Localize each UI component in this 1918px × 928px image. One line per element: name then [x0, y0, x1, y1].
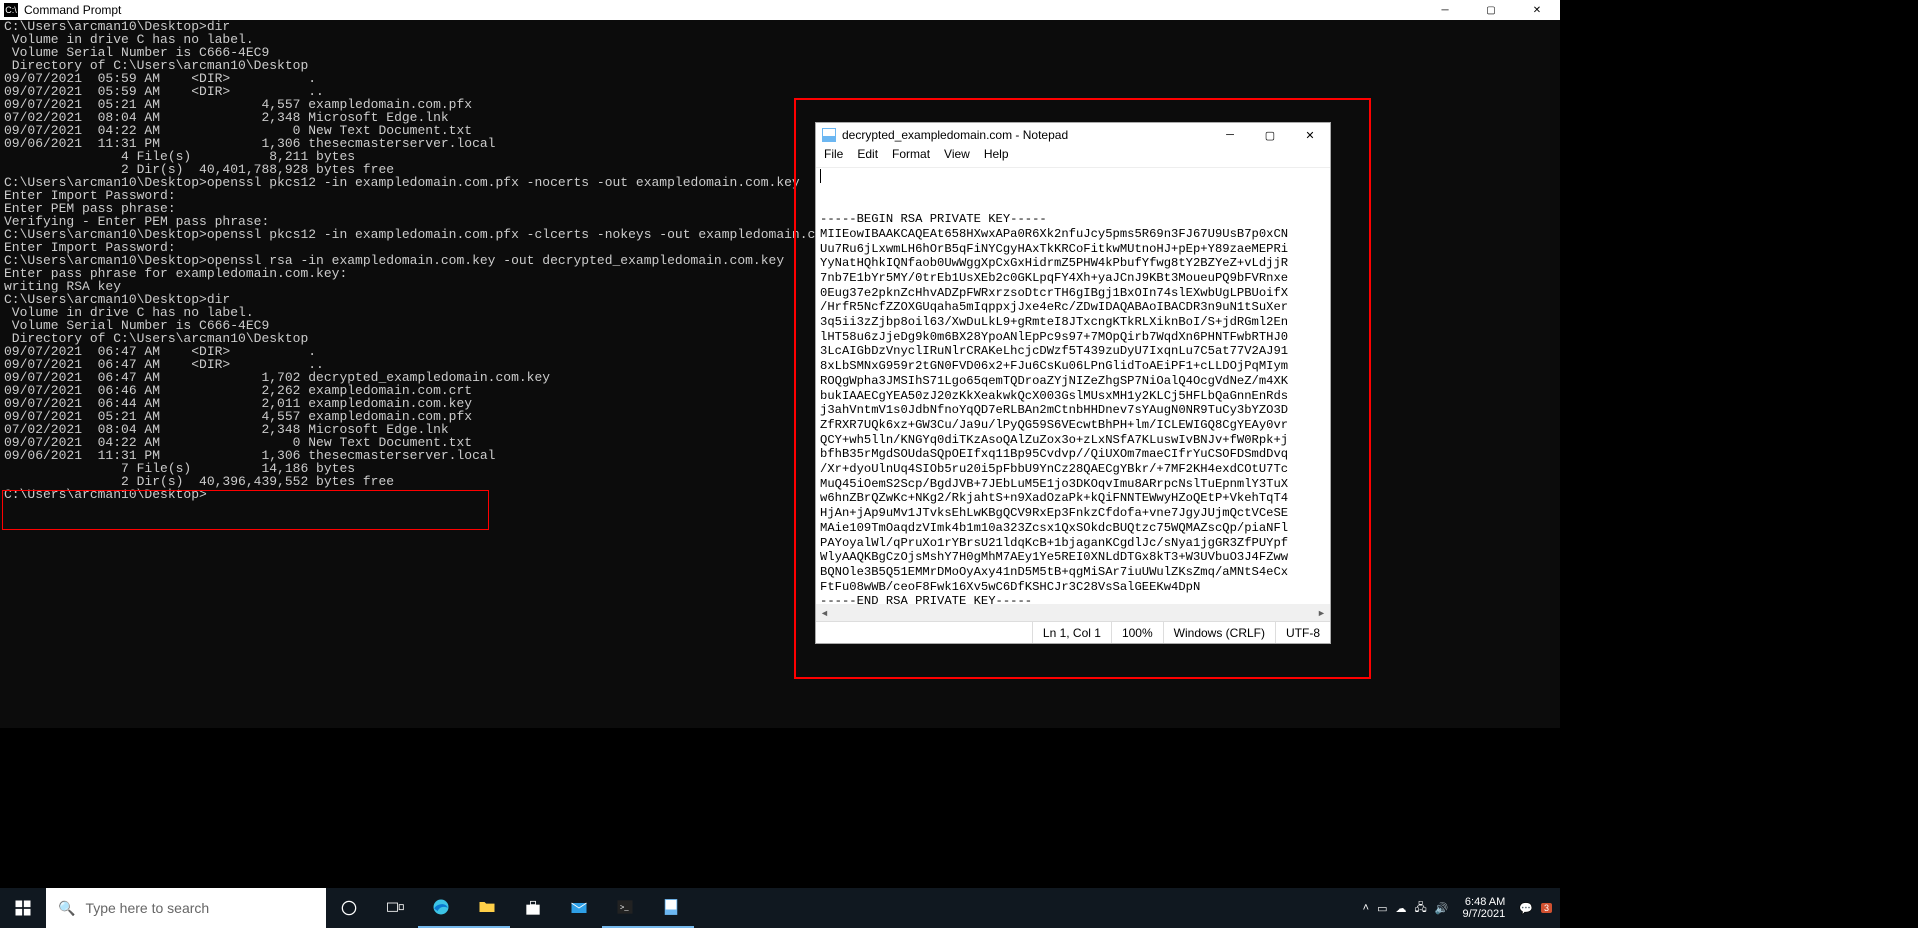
np-minimize-button[interactable]: ─ [1210, 123, 1250, 147]
notepad-line: -----BEGIN RSA PRIVATE KEY----- [820, 212, 1326, 227]
clock-date: 9/7/2021 [1462, 908, 1505, 920]
np-close-button[interactable]: ✕ [1290, 123, 1330, 147]
notepad-line: QCY+wh5lln/KNGYq0diTKzAsoQAlZuZox3o+zLxN… [820, 433, 1326, 448]
np-maximize-button[interactable]: ▢ [1250, 123, 1290, 147]
horizontal-scrollbar[interactable]: ◄ ► [816, 604, 1330, 621]
notepad-line: MuQ45iOemS2Scp/BgdJVB+7JEbLuM5E1jo3DKOqv… [820, 477, 1326, 492]
clock-time: 6:48 AM [1462, 896, 1505, 908]
taskbar-edge[interactable] [418, 888, 464, 928]
tray-chevron-icon[interactable]: ˄ [1363, 902, 1369, 914]
notepad-text-area[interactable]: -----BEGIN RSA PRIVATE KEY-----MIIEowIBA… [816, 167, 1330, 604]
notepad-line: PAYoyalWl/qPruXo1rYBrsU21ldqKcB+1bjaganK… [820, 536, 1326, 551]
minimize-button[interactable]: ─ [1422, 0, 1468, 20]
notepad-line: 3LcAIGbDzVnyclIRuNlrCRAKeLhcjcDWzf5T439z… [820, 344, 1326, 359]
tray-notifications-icon[interactable]: 💬 [1519, 902, 1533, 915]
taskbar-explorer[interactable] [464, 888, 510, 928]
svg-text:>_: >_ [620, 903, 629, 912]
notepad-line: ROQgWpha3JMSIhS71Lgo65qemTQDroaZYjNIZeZh… [820, 374, 1326, 389]
notepad-titlebar[interactable]: decrypted_exampledomain.com - Notepad ─ … [816, 123, 1330, 147]
menu-help[interactable]: Help [984, 147, 1009, 167]
task-view-button[interactable] [372, 888, 418, 928]
status-encoding: UTF-8 [1275, 622, 1330, 643]
maximize-button[interactable]: ▢ [1468, 0, 1514, 20]
notepad-title: decrypted_exampledomain.com - Notepad [842, 128, 1068, 142]
cmd-title: Command Prompt [24, 3, 121, 17]
notepad-line: 3q5ii3zZjbp8oil63/XwDuLkL9+gRmteI8JTxcng… [820, 315, 1326, 330]
taskbar-store[interactable] [510, 888, 556, 928]
task-view-icon [385, 898, 405, 918]
taskbar-mail[interactable] [556, 888, 602, 928]
status-eol: Windows (CRLF) [1163, 622, 1275, 643]
notepad-line: WlyAAQKBgCzOjsMshY7H0gMhM7AEy1Ye5REI0XNL… [820, 550, 1326, 565]
windows-icon [13, 898, 33, 918]
menu-edit[interactable]: Edit [857, 147, 878, 167]
notepad-statusbar: Ln 1, Col 1 100% Windows (CRLF) UTF-8 [816, 621, 1330, 643]
start-button[interactable] [0, 888, 46, 928]
cmd-icon: C:\ [4, 3, 18, 17]
taskbar: 🔍 Type here to search >_ ˄ ▭ ☁ 🖧 🔊 6:48 … [0, 888, 1560, 928]
mail-icon [569, 898, 589, 918]
menu-file[interactable]: File [824, 147, 843, 167]
cortana-icon [339, 898, 359, 918]
search-placeholder: Type here to search [85, 900, 209, 916]
tray-meet-icon[interactable]: ▭ [1377, 902, 1387, 915]
notepad-line: ZfRXR7UQk6xz+GW3Cu/Ja9u/lPyQG59S6VEcwtBh… [820, 418, 1326, 433]
clock[interactable]: 6:48 AM 9/7/2021 [1456, 896, 1511, 920]
menu-format[interactable]: Format [892, 147, 930, 167]
notepad-line: BQNOle3B5Q51EMMrDMoOyAxy41nD5M5tB+qgMiSA… [820, 565, 1326, 580]
cortana-button[interactable] [326, 888, 372, 928]
notepad-line: 7nb7E1bYr5MY/0trEb1UsXEb2c0GKLpqFY4Xh+ya… [820, 271, 1326, 286]
taskbar-notepad[interactable] [648, 888, 694, 928]
scroll-right-icon[interactable]: ► [1313, 604, 1330, 621]
notepad-line: HjAn+jAp9uMv1JTvksEhLwKBgQCV9RxEp3FnkzCf… [820, 506, 1326, 521]
scroll-left-icon[interactable]: ◄ [816, 604, 833, 621]
notepad-line: MAie109TmOaqdzVImk4b1m10a323Zcsx1QxSOkdc… [820, 521, 1326, 536]
tray-network-icon[interactable]: 🖧 [1414, 899, 1426, 918]
notepad-line: -----END RSA PRIVATE KEY----- [820, 594, 1326, 604]
notepad-line: 0Eug37e2pknZcHhvADZpFWRxrzsoDtcrTH6gIBgj… [820, 286, 1326, 301]
notepad-line: bfhB35rMgdSOUdaSQpOEIfxq11Bp95Cvdvp//QiU… [820, 447, 1326, 462]
notification-badge: 3 [1541, 903, 1552, 913]
tray-volume-icon[interactable]: 🔊 [1435, 902, 1449, 915]
highlight-files-box [2, 490, 489, 530]
search-box[interactable]: 🔍 Type here to search [46, 888, 326, 928]
notepad-line: /HrfR5NcfZZOXGUqaha5mIqppxjJxe4eRc/ZDwID… [820, 300, 1326, 315]
search-icon: 🔍 [58, 900, 75, 917]
notepad-menu: File Edit Format View Help [816, 147, 1330, 167]
text-caret [820, 169, 821, 183]
store-icon [523, 898, 543, 918]
notepad-line: bukIAAECgYEA50zJ20zKkXeakwkQcX003GslMUsx… [820, 389, 1326, 404]
notepad-window: decrypted_exampledomain.com - Notepad ─ … [815, 122, 1331, 644]
notepad-line: /Xr+dyoUlnUq4SIOb5ru20i5pFbbU9YnCz28QAEC… [820, 462, 1326, 477]
notepad-line: lHT58u6zJjeDg9k0m6BX28YpoANlEpPc9s97+7MO… [820, 330, 1326, 345]
menu-view[interactable]: View [944, 147, 970, 167]
close-button[interactable]: ✕ [1514, 0, 1560, 20]
notepad-line: Uu7Ru6jLxwmLH6hOrB5qFiNYCgyHAxTkKRCoFitk… [820, 242, 1326, 257]
taskbar-cmd[interactable]: >_ [602, 888, 648, 928]
cmd-titlebar[interactable]: C:\ Command Prompt ─ ▢ ✕ [0, 0, 1560, 20]
notepad-line: j3ahVntmV1s0JdbNfnoYqQD7eRLBAn2mCtnbHHDn… [820, 403, 1326, 418]
tray-onedrive-icon[interactable]: ☁ [1395, 902, 1406, 915]
edge-icon [431, 897, 451, 917]
notepad-task-icon [661, 897, 681, 917]
notepad-line: YyNatHQhkIQNfaob0UwWggXpCxGxHidrmZ5PHW4k… [820, 256, 1326, 271]
notepad-line: 8xLbSMNxG959r2tGN0FVD06x2+FJu6CsKu06LPnG… [820, 359, 1326, 374]
notepad-line: MIIEowIBAAKCAQEAt658HXwxAPa0R6Xk2nfuJcy5… [820, 227, 1326, 242]
notepad-line: FtFu08wWB/ceoF8Fwk16Xv5wC6DfKSHCJr3C28Vs… [820, 580, 1326, 595]
status-position: Ln 1, Col 1 [1032, 622, 1111, 643]
folder-icon [477, 897, 497, 917]
terminal-icon: >_ [615, 897, 635, 917]
notepad-line: w6hnZBrQZwKc+NKg2/RkjahtS+n9XadOzaPk+kQi… [820, 491, 1326, 506]
system-tray: ˄ ▭ ☁ 🖧 🔊 6:48 AM 9/7/2021 💬 3 [1355, 896, 1560, 920]
notepad-icon [822, 128, 836, 142]
status-zoom: 100% [1111, 622, 1163, 643]
